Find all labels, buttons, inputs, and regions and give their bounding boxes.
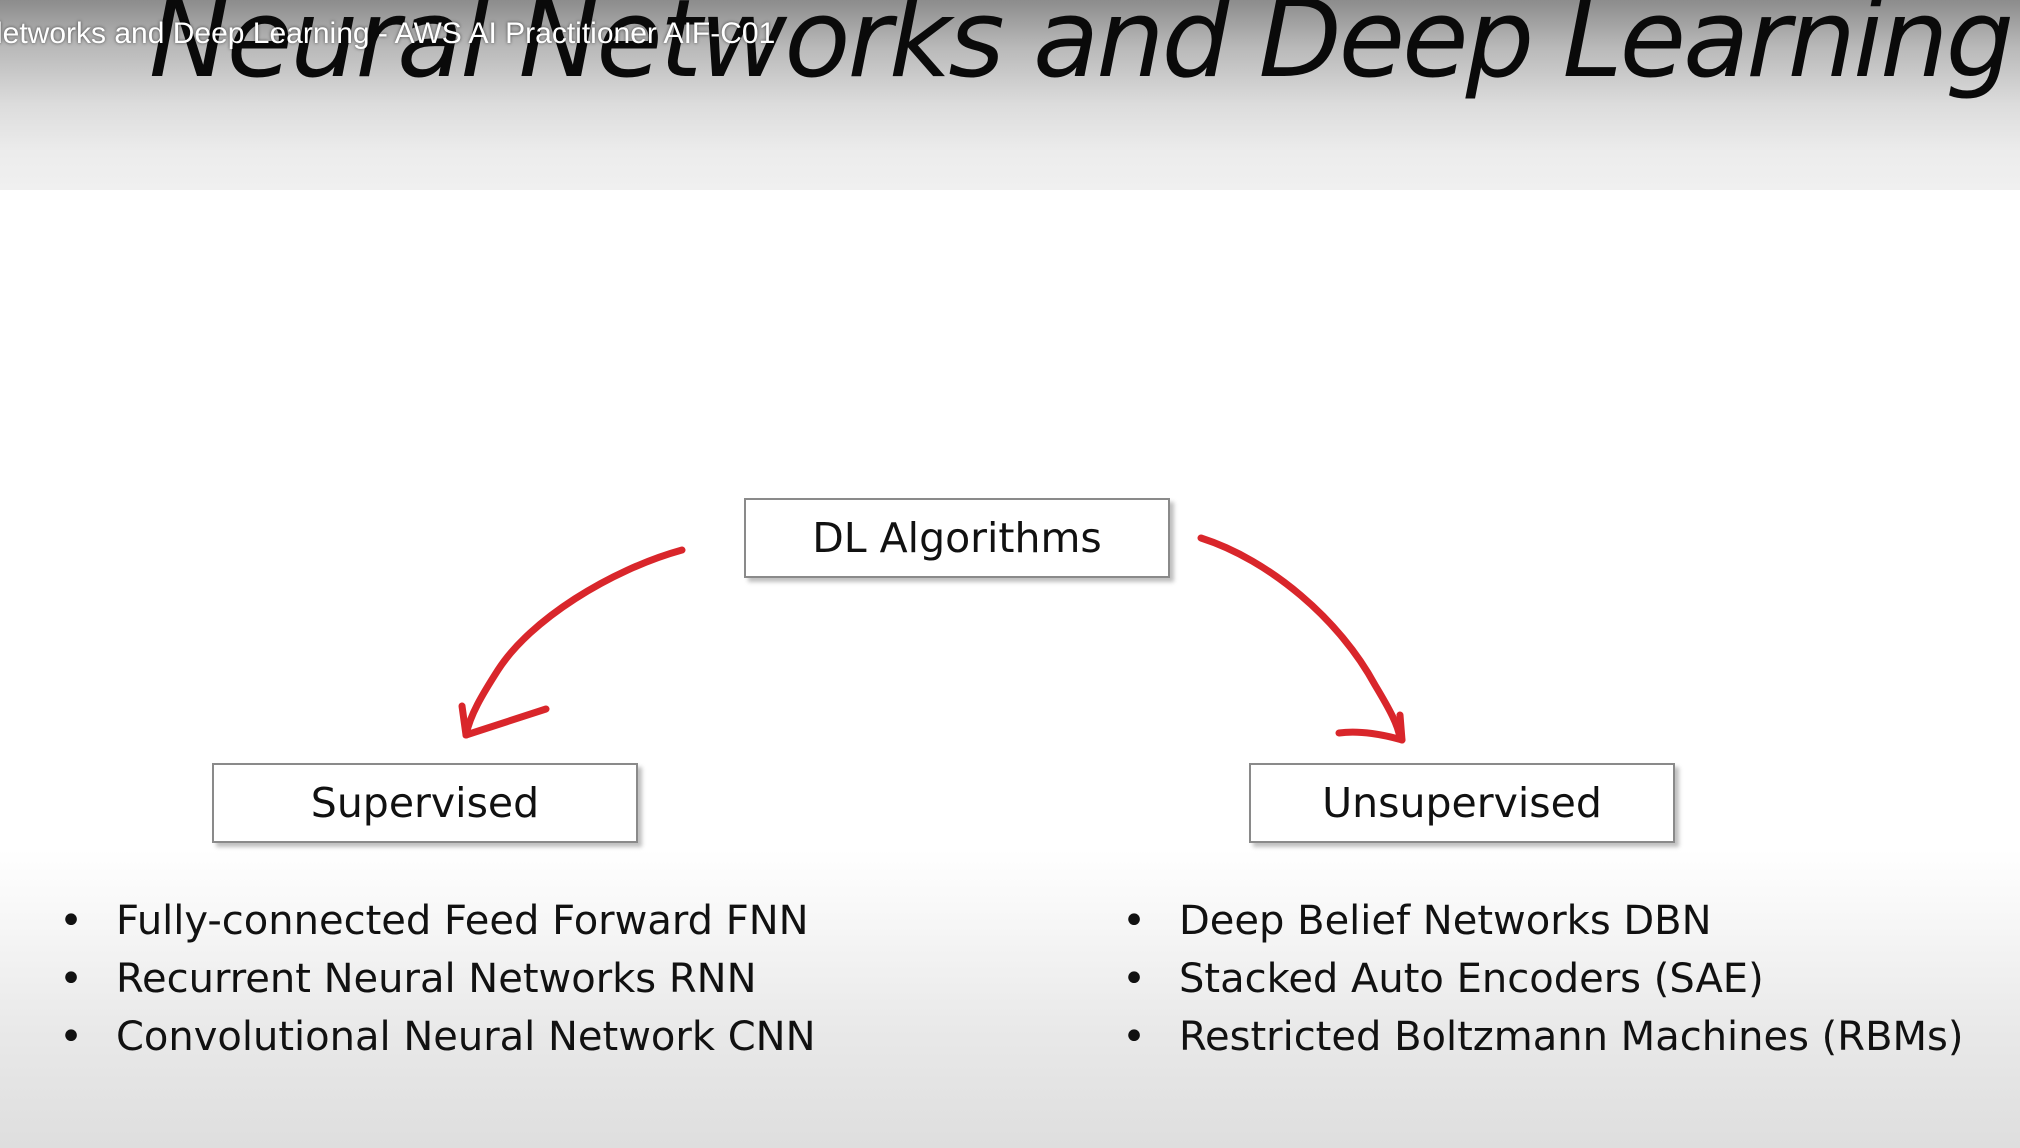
list-item-label: Stacked Auto Encoders (SAE): [1179, 956, 1764, 1002]
supervised-label: Supervised: [310, 779, 540, 827]
supervised-list: • Fully-connected Feed Forward FNN • Rec…: [56, 892, 816, 1066]
right-arrow-head-2: [1396, 711, 1406, 744]
dl-algorithms-label: DL Algorithms: [812, 514, 1102, 562]
right-arrow: [1197, 534, 1404, 742]
list-item: • Deep Belief Networks DBN: [1119, 892, 1963, 950]
list-item-label: Restricted Boltzmann Machines (RBMs): [1179, 1014, 1964, 1060]
video-frame[interactable]: Neural Networks and Deep Learning letwor…: [0, 0, 2020, 1148]
unsupervised-box: Unsupervised: [1249, 763, 1675, 843]
bullet-icon: •: [59, 1014, 83, 1060]
list-item-label: Recurrent Neural Networks RNN: [116, 956, 757, 1002]
left-arrow-head-2: [458, 702, 470, 739]
list-item-label: Fully-connected Feed Forward FNN: [116, 898, 809, 944]
list-item: • Fully-connected Feed Forward FNN: [56, 892, 816, 950]
list-item-label: Deep Belief Networks DBN: [1179, 898, 1712, 944]
supervised-box: Supervised: [212, 763, 638, 843]
left-arrow: [462, 546, 686, 739]
bullet-icon: •: [1122, 1014, 1146, 1060]
list-item: • Recurrent Neural Networks RNN: [56, 950, 816, 1008]
left-arrow-head: [462, 705, 550, 739]
list-item: • Convolutional Neural Network CNN: [56, 1008, 816, 1066]
right-arrow-head: [1335, 728, 1406, 744]
unsupervised-list: • Deep Belief Networks DBN • Stacked Aut…: [1119, 892, 1963, 1066]
dl-algorithms-box: DL Algorithms: [744, 498, 1170, 578]
bullet-icon: •: [1122, 898, 1146, 944]
list-item: • Restricted Boltzmann Machines (RBMs): [1119, 1008, 1963, 1066]
unsupervised-label: Unsupervised: [1322, 779, 1602, 827]
bullet-icon: •: [59, 956, 83, 1002]
video-title[interactable]: letworks and Deep Learning - AWS AI Prac…: [0, 14, 775, 54]
list-item-label: Convolutional Neural Network CNN: [116, 1014, 816, 1060]
bullet-icon: •: [59, 898, 83, 944]
list-item: • Stacked Auto Encoders (SAE): [1119, 950, 1963, 1008]
bullet-icon: •: [1122, 956, 1146, 1002]
